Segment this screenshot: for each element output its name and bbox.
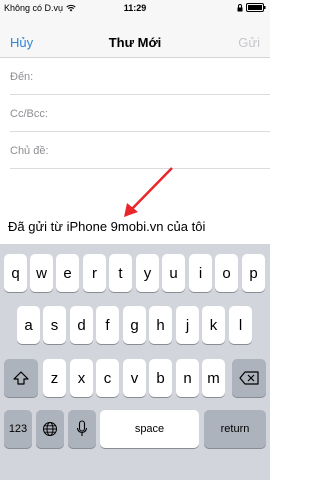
key-n[interactable]: n <box>176 359 199 397</box>
globe-key[interactable] <box>36 410 64 448</box>
key-o[interactable]: o <box>215 254 238 292</box>
key-x[interactable]: x <box>70 359 93 397</box>
subject-label: Chủ đề: <box>10 145 49 157</box>
key-b[interactable]: b <box>149 359 172 397</box>
backspace-key[interactable] <box>232 359 266 397</box>
key-p[interactable]: p <box>242 254 265 292</box>
rotation-lock-icon <box>237 3 243 11</box>
key-i[interactable]: i <box>189 254 212 292</box>
key-q[interactable]: q <box>4 254 27 292</box>
key-r[interactable]: r <box>83 254 106 292</box>
status-right <box>237 3 266 12</box>
key-j[interactable]: j <box>176 306 199 344</box>
dictation-key[interactable] <box>68 410 96 448</box>
cc-bcc-field[interactable]: Cc/Bcc: <box>10 96 270 132</box>
page-title: Thư Mới <box>108 35 162 50</box>
message-body[interactable]: Đã gửi từ iPhone 9mobi.vn của tôi <box>8 219 205 234</box>
shift-key[interactable] <box>4 359 38 397</box>
battery-icon <box>246 3 266 12</box>
space-key[interactable]: space <box>100 410 199 448</box>
annotation-arrow-icon <box>124 167 173 217</box>
key-a[interactable]: a <box>17 306 40 344</box>
send-button[interactable]: Gửi <box>238 35 260 50</box>
shift-icon <box>13 371 29 385</box>
keyboard: q w e r t y u i o p a s d f g h j k l z … <box>0 244 270 480</box>
key-m[interactable]: m <box>202 359 225 397</box>
key-k[interactable]: k <box>202 306 225 344</box>
to-field[interactable]: Đến: <box>10 59 270 95</box>
key-s[interactable]: s <box>43 306 66 344</box>
cc-bcc-label: Cc/Bcc: <box>10 108 48 120</box>
key-f[interactable]: f <box>96 306 119 344</box>
key-h[interactable]: h <box>149 306 172 344</box>
numbers-key[interactable]: 123 <box>4 410 32 448</box>
nav-bar: Hủy Thư Mới Gửi <box>0 16 270 58</box>
key-l[interactable]: l <box>229 306 252 344</box>
key-t[interactable]: t <box>109 254 132 292</box>
microphone-icon <box>76 420 88 436</box>
key-d[interactable]: d <box>70 306 93 344</box>
key-w[interactable]: w <box>30 254 53 292</box>
clock: 11:29 <box>123 3 147 13</box>
key-y[interactable]: y <box>136 254 159 292</box>
key-z[interactable]: z <box>43 359 66 397</box>
key-g[interactable]: g <box>123 306 146 344</box>
to-label: Đến: <box>10 71 34 83</box>
key-c[interactable]: c <box>96 359 119 397</box>
key-v[interactable]: v <box>123 359 146 397</box>
backspace-icon <box>239 371 259 385</box>
key-e[interactable]: e <box>56 254 79 292</box>
globe-icon <box>43 422 57 436</box>
key-u[interactable]: u <box>162 254 185 292</box>
return-key[interactable]: return <box>204 410 266 448</box>
status-bar: Không có D.vụ 11:29 <box>0 0 270 16</box>
